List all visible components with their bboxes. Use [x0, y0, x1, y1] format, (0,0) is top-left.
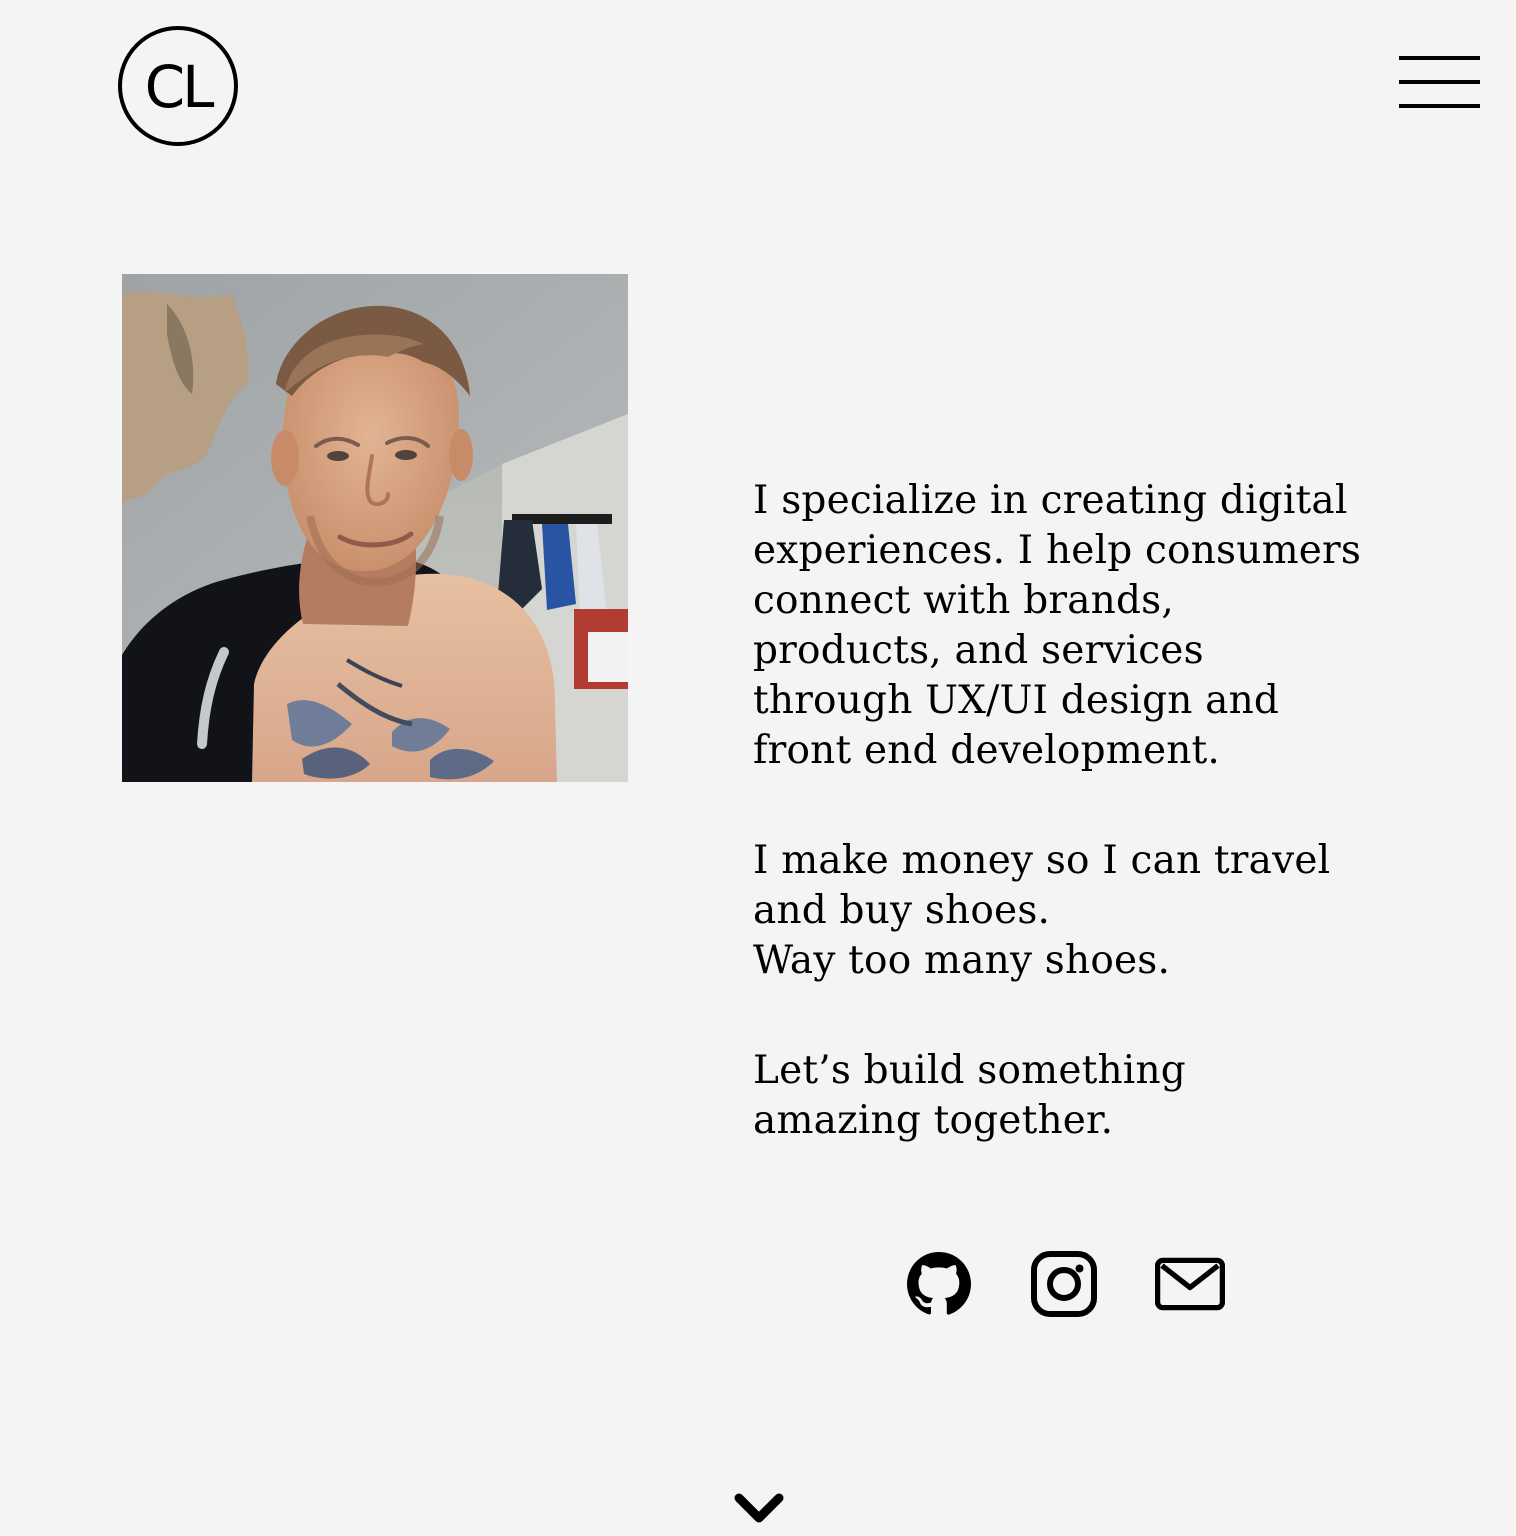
- bio-line: connect with brands,: [753, 578, 1174, 623]
- bio-line: experiences. I help consumers: [753, 528, 1362, 573]
- bio-line: and buy shoes.: [753, 888, 1051, 933]
- menu-button[interactable]: [1399, 52, 1480, 114]
- bio-text: I specialize in creating digital experie…: [753, 476, 1393, 1146]
- bio-line: Way too many shoes.: [753, 938, 1171, 983]
- github-link[interactable]: [904, 1249, 974, 1319]
- menu-bar-bottom: [1399, 104, 1480, 108]
- github-icon: [907, 1252, 971, 1315]
- instagram-link[interactable]: [1029, 1249, 1099, 1319]
- bio-paragraph-shoes: I make money so I can travel and buy sho…: [753, 836, 1393, 986]
- logo-text: CL: [144, 53, 215, 121]
- bio-line: I make money so I can travel: [753, 838, 1331, 883]
- menu-bar-middle: [1399, 80, 1480, 84]
- logo[interactable]: CL: [118, 26, 238, 146]
- bio-paragraph-specialize: I specialize in creating digital experie…: [753, 476, 1393, 776]
- bio-line: through UX/UI design and: [753, 678, 1280, 723]
- social-links: [0, 1249, 1516, 1319]
- mail-icon: [1155, 1257, 1225, 1311]
- bio-line: front end development.: [753, 728, 1221, 773]
- bio-line: products, and services: [753, 628, 1204, 673]
- profile-photo: [122, 274, 628, 782]
- bio-paragraph-cta: Let’s build something amazing together.: [753, 1046, 1393, 1146]
- email-link[interactable]: [1155, 1249, 1225, 1319]
- bio-line: I specialize in creating digital: [753, 478, 1348, 523]
- portrait-illustration: [122, 274, 628, 782]
- scroll-down-button[interactable]: [733, 1492, 785, 1526]
- menu-bar-top: [1399, 56, 1480, 60]
- chevron-down-icon: [734, 1493, 784, 1523]
- bio-line: amazing together.: [753, 1098, 1114, 1143]
- bio-line: Let’s build something: [753, 1048, 1186, 1093]
- instagram-icon: [1031, 1251, 1097, 1317]
